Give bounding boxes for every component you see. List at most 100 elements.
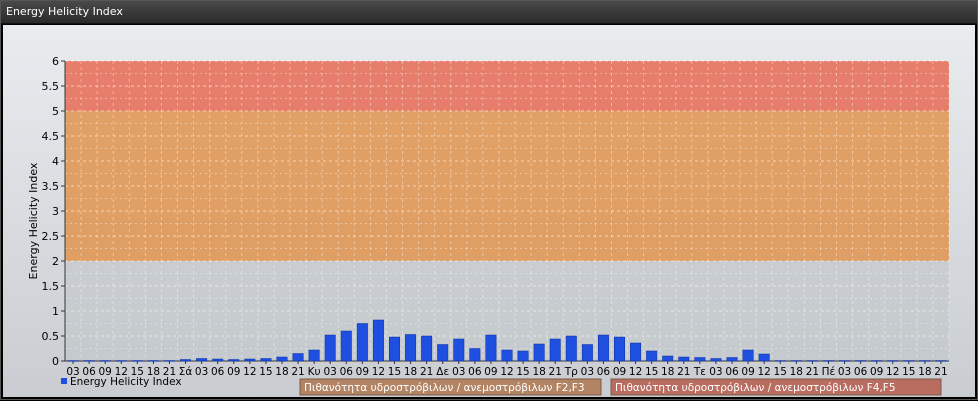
bar — [581, 344, 593, 362]
y-axis-label: Energy Helicity Index — [27, 162, 40, 279]
y-tick-label: 0.5 — [42, 330, 60, 343]
bar — [212, 358, 224, 362]
bar — [244, 358, 256, 362]
x-tick-label: 06 — [340, 366, 354, 378]
x-tick-label: 09 — [227, 366, 240, 378]
helicity-chart: 03 06 09 12 15 18 21 Σά 03 06 09 12 15 18 21 Κυ 03 06 09 12… — [27, 55, 950, 396]
x-tick-label: 12 — [372, 366, 385, 378]
x-tick-label: 06 — [211, 366, 225, 378]
bar — [630, 342, 642, 362]
bar — [196, 358, 208, 362]
bar — [340, 330, 352, 362]
x-tick-label: 03 — [581, 366, 594, 378]
bar — [614, 336, 625, 362]
x-tick-label: 21 — [549, 366, 562, 378]
y-tick-label: 4 — [52, 155, 59, 168]
bar — [405, 334, 417, 362]
x-tick-label: Δε — [436, 366, 449, 378]
bar — [276, 356, 288, 362]
x-tick-label: 18 — [532, 366, 545, 378]
bar — [372, 319, 384, 362]
bar — [228, 359, 240, 362]
x-tick-label: 21 — [420, 366, 433, 378]
bar — [678, 356, 690, 362]
x-tick-label: 03 — [452, 366, 465, 378]
bar — [533, 343, 545, 362]
band-legend-label-2: Πιθανότητα υδροστρόβιλων / ανεμοστρόβιλω… — [615, 382, 896, 394]
y-tick-label: 1.5 — [42, 280, 60, 293]
x-tick-label: 12 — [757, 366, 770, 378]
window-title: Energy Helicity Index — [6, 5, 123, 18]
x-tick-label: 21 — [934, 366, 947, 378]
y-tick-label: 3.5 — [42, 180, 60, 193]
bar — [646, 350, 658, 362]
x-tick-label: 15 — [259, 366, 272, 378]
bar — [694, 357, 706, 362]
y-tick-label: 3 — [52, 205, 59, 218]
x-tick-label: 21 — [677, 366, 690, 378]
x-tick-label: Κυ — [308, 366, 321, 378]
legend-swatch — [61, 378, 67, 384]
bar — [726, 357, 738, 362]
x-tick-label: Πέ — [822, 366, 836, 378]
bar — [421, 335, 433, 362]
x-tick-label: 15 — [516, 366, 529, 378]
x-tick-label: 15 — [902, 366, 915, 378]
bar — [485, 334, 497, 362]
x-tick-label: 09 — [613, 366, 626, 378]
band-legend-label-1: Πιθανότητα υδροστρόβιλων / ανεμοστρόβιλω… — [304, 382, 585, 394]
x-tick-label: 12 — [243, 366, 256, 378]
x-tick-label: 12 — [629, 366, 642, 378]
bar — [292, 353, 304, 362]
legend: Energy Helicity Index — [61, 376, 182, 388]
x-tick-label: 06 — [854, 366, 868, 378]
y-tick-label: 2.5 — [42, 230, 60, 243]
bar — [437, 344, 449, 362]
bar — [565, 335, 577, 362]
x-tick-label: 15 — [774, 366, 787, 378]
x-tick-label: 12 — [886, 366, 899, 378]
x-tick-label: 15 — [645, 366, 658, 378]
bar — [501, 349, 513, 362]
bar — [453, 338, 465, 362]
x-tick-label: 03 — [838, 366, 851, 378]
x-tick-label: 09 — [484, 366, 497, 378]
y-tick-label: 0 — [52, 355, 59, 368]
bar — [758, 353, 770, 362]
x-tick-label: 12 — [500, 366, 513, 378]
x-tick-label: 06 — [725, 366, 739, 378]
legend-label: Energy Helicity Index — [70, 376, 182, 388]
x-tick-label: 09 — [870, 366, 883, 378]
bar — [469, 348, 481, 362]
bar — [742, 349, 754, 362]
bar — [260, 358, 272, 362]
y-tick-label: 6 — [52, 55, 59, 68]
x-tick-label: 06 — [597, 366, 611, 378]
bar — [356, 323, 368, 362]
y-tick-label: 5.5 — [42, 80, 60, 93]
bar — [710, 358, 722, 362]
x-tick-label: 03 — [324, 366, 337, 378]
chart-window: Energy Helicity Index 03 06 09 12 15 18 21 Σά 03… — [0, 0, 978, 400]
x-tick-label: 18 — [918, 366, 931, 378]
x-tick-label: 09 — [741, 366, 754, 378]
y-tick-label: 2 — [52, 255, 59, 268]
x-tick-label: 09 — [356, 366, 369, 378]
chart-panel: 03 06 09 12 15 18 21 Σά 03 06 09 12 15 18 21 Κυ 03 06 09 12… — [3, 25, 975, 397]
title-bar: Energy Helicity Index — [1, 1, 977, 24]
y-tick-label: 5 — [52, 105, 59, 118]
bar — [324, 334, 336, 362]
bar — [549, 338, 561, 362]
bar — [662, 355, 674, 362]
bar — [597, 334, 609, 362]
x-tick-label: Τρ — [564, 366, 578, 378]
y-tick-label: 1 — [52, 305, 59, 318]
bar — [389, 336, 400, 362]
x-tick-label: 03 — [709, 366, 722, 378]
x-tick-label: Τε — [693, 366, 706, 378]
x-tick-label: 18 — [661, 366, 674, 378]
x-tick-label: 21 — [291, 366, 304, 378]
bar — [308, 349, 320, 362]
x-tick-label: 18 — [790, 366, 803, 378]
x-tick-label: 03 — [195, 366, 208, 378]
